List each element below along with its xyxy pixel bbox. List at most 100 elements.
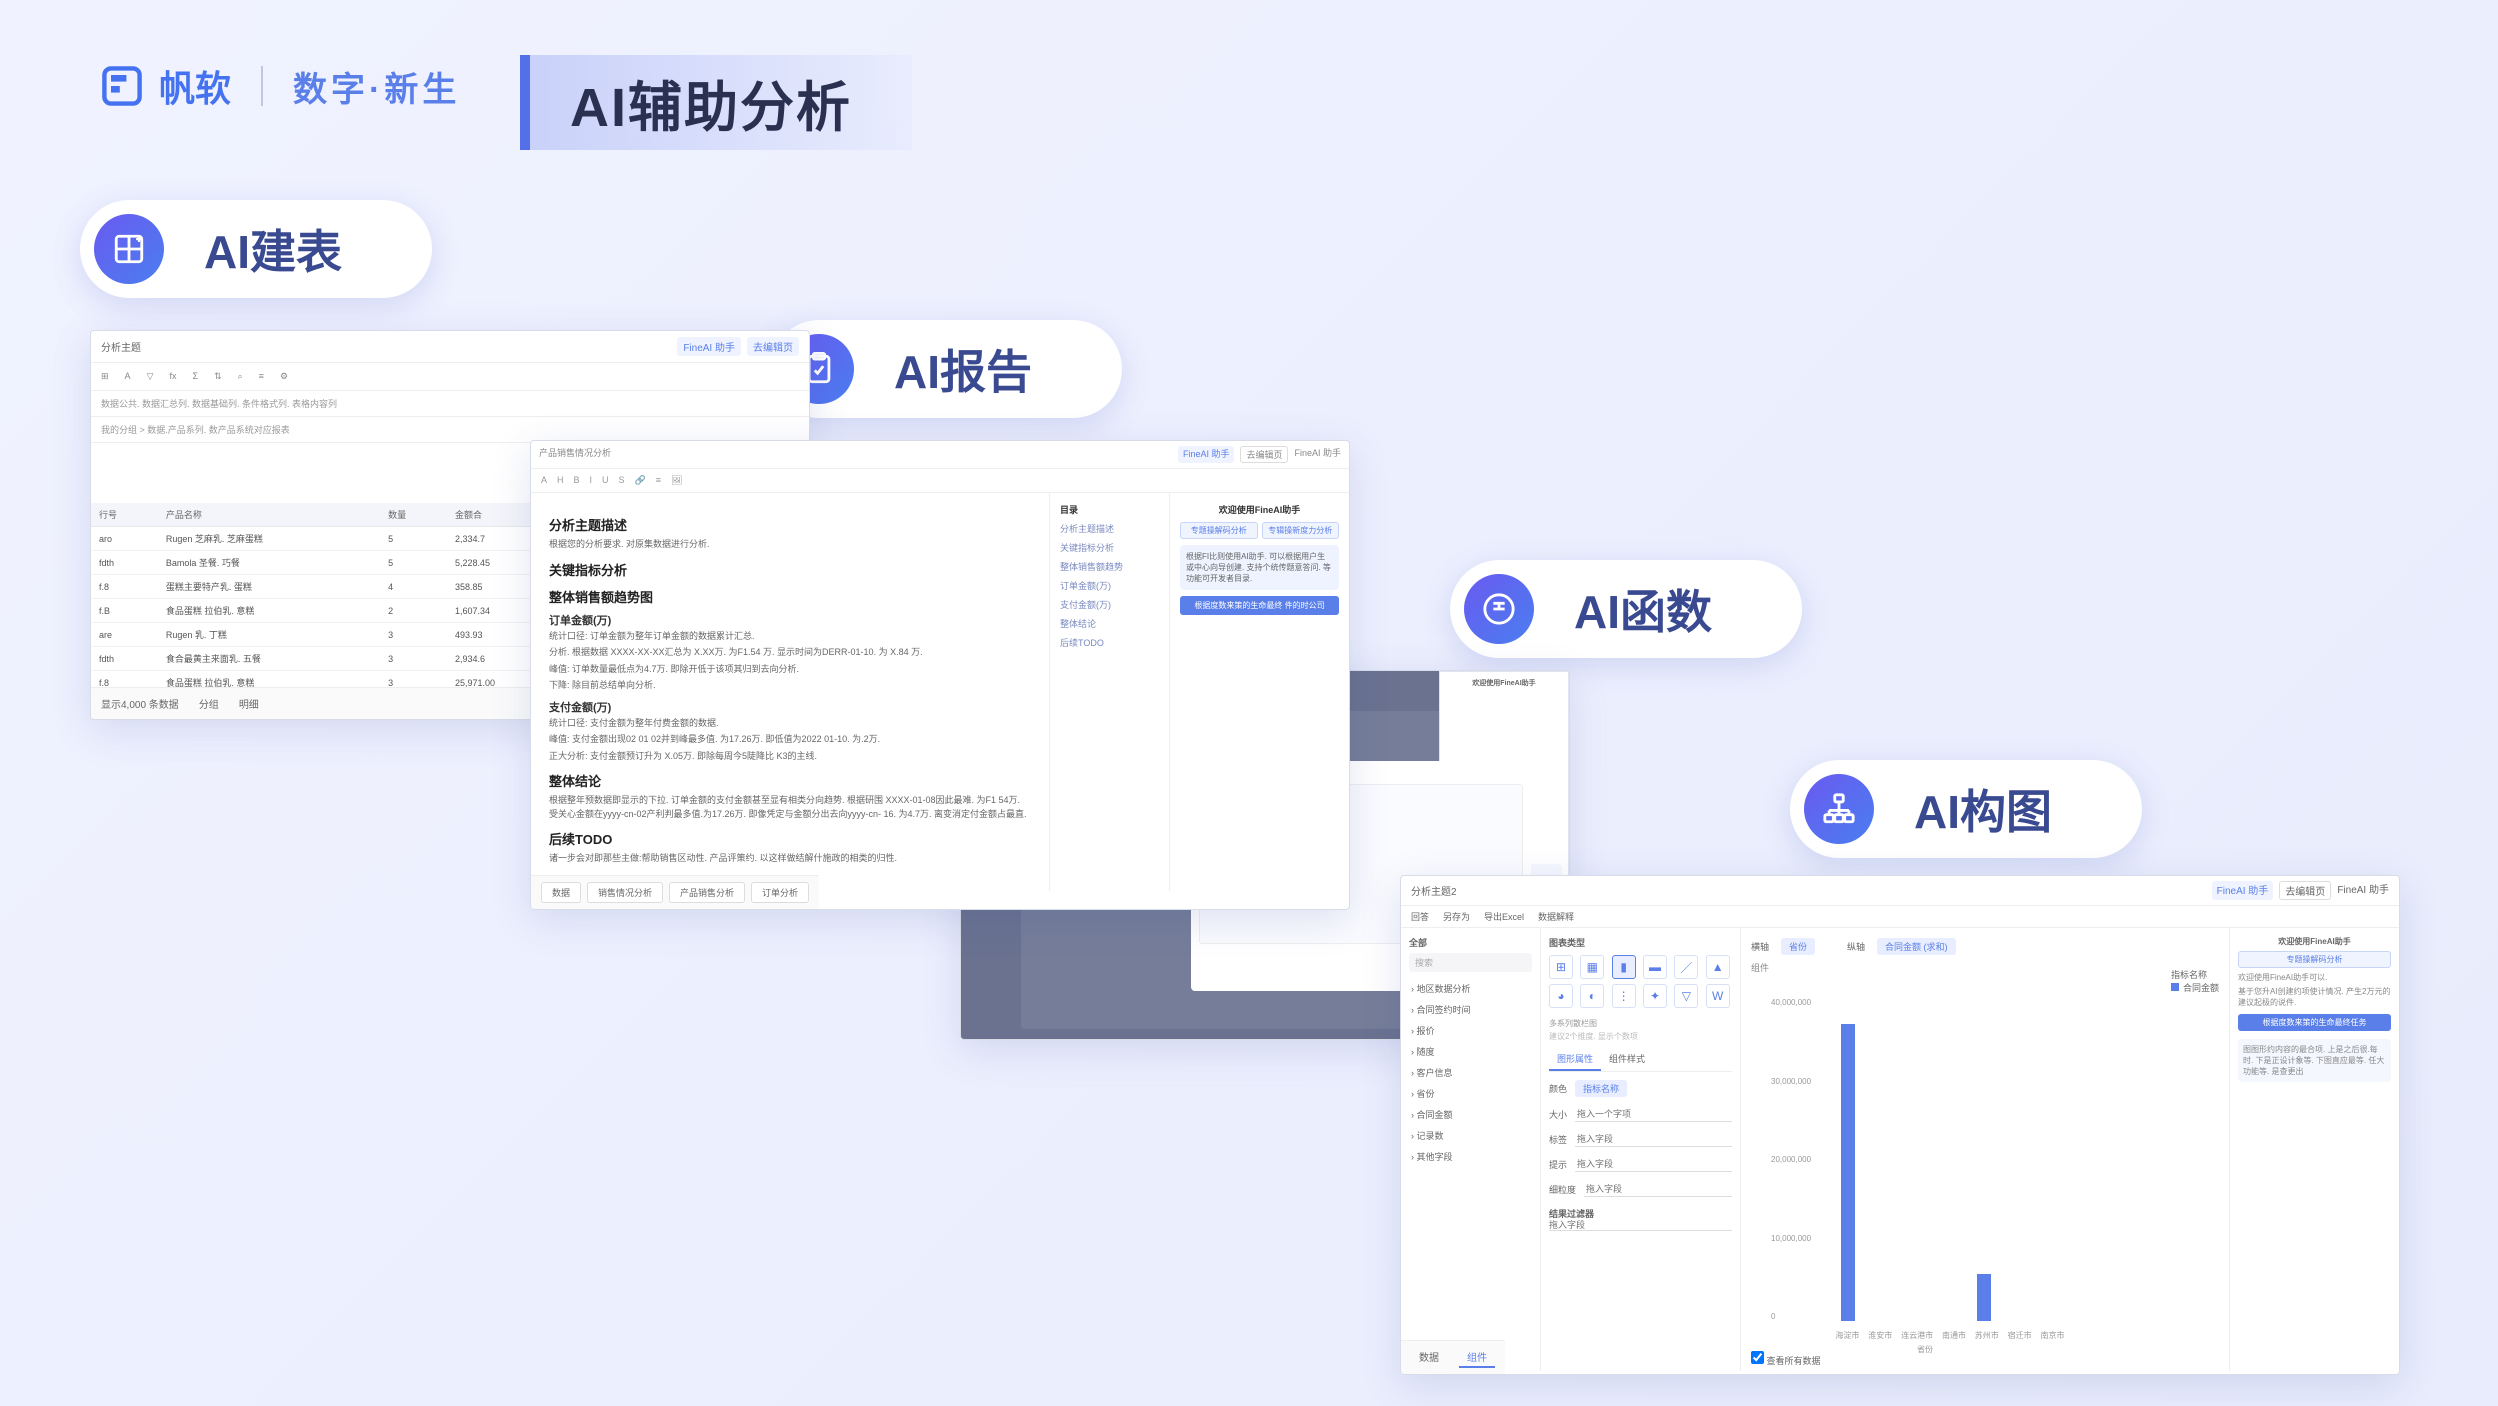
chart-type-radar[interactable]: ✦	[1643, 984, 1667, 1008]
bar[interactable]	[1977, 1274, 1991, 1321]
toolbar-icon[interactable]: ⚙	[280, 371, 288, 382]
slogan: 数字·新生	[293, 62, 460, 111]
ai-suggestion-btn[interactable]: 专题操解码分析	[2238, 951, 2391, 968]
ai-suggestion-btn[interactable]: 专题操解码分析	[1180, 522, 1258, 539]
prop-value[interactable]: 指标名称	[1575, 1080, 1627, 1097]
badge-edit[interactable]: 去编辑页	[2279, 881, 2331, 900]
ai-action-btn[interactable]: 根据度数来策的生命最终任务	[2238, 1014, 2391, 1031]
axis-config: 横轴 省份 纵轴 合同金额 (求和)	[1751, 938, 2219, 955]
tab-detail[interactable]: 明细	[239, 696, 259, 711]
bold-icon[interactable]: B	[574, 475, 580, 486]
field-item[interactable]: › 合同签约时间	[1409, 999, 1532, 1020]
outline-item[interactable]: 整体结论	[1060, 617, 1159, 630]
field-item[interactable]: › 客户信息	[1409, 1062, 1532, 1083]
ai-name: FineAI 助手	[1294, 446, 1341, 463]
chart-type-stacked[interactable]: ▬	[1643, 955, 1667, 979]
outline-item[interactable]: 后续TODO	[1060, 636, 1159, 649]
list-icon[interactable]: ≡	[656, 475, 661, 486]
table-cell: Bamola 圣餐. 巧餐	[158, 551, 380, 575]
image-icon[interactable]: 🖼	[671, 475, 682, 486]
badge-edit[interactable]: 去编辑页	[747, 337, 799, 356]
x-axis-field[interactable]: 省份	[1781, 938, 1815, 955]
menu-item[interactable]: 另存为	[1443, 910, 1470, 923]
toolbar-icon[interactable]: ⌕	[238, 371, 243, 382]
ai-assistant-panel: 欢迎使用FineAI助手 专题操解码分析 专辑操新度力分析 根据FI比则使用AI…	[1169, 493, 1349, 891]
pill-label: AI构图	[1914, 776, 2052, 842]
outline-item[interactable]: 整体销售额趋势	[1060, 560, 1159, 573]
tab-data[interactable]: 数据	[1411, 1347, 1447, 1368]
chart-type-line[interactable]: ／	[1674, 955, 1698, 979]
toolbar-icon[interactable]: ⊞	[101, 371, 109, 382]
outline-item[interactable]: 关键指标分析	[1060, 541, 1159, 554]
table-header[interactable]: 行号	[91, 503, 158, 527]
tab-sales[interactable]: 销售情况分析	[587, 882, 663, 903]
toolbar-icon[interactable]: ⇅	[214, 371, 222, 382]
field-item[interactable]: › 省份	[1409, 1083, 1532, 1104]
outline-item[interactable]: 订单金额(万)	[1060, 579, 1159, 592]
field-item[interactable]: › 报价	[1409, 1020, 1532, 1041]
menu-item[interactable]: 回答	[1411, 910, 1429, 923]
toolbar-icon[interactable]: ▽	[147, 371, 154, 382]
table-header[interactable]: 产品名称	[158, 503, 380, 527]
toolbar: ⊞ A ▽ fx Σ ⇅ ⌕ ≡ ⚙	[91, 363, 809, 391]
field-item[interactable]: › 其他字段	[1409, 1146, 1532, 1167]
tab-component-style[interactable]: 组件样式	[1601, 1048, 1653, 1071]
menu-item[interactable]: 导出Excel	[1484, 910, 1524, 923]
badge-edit[interactable]: 去编辑页	[1240, 446, 1288, 463]
chart-type-grid[interactable]: ▦	[1580, 955, 1604, 979]
tab-data[interactable]: 数据	[541, 882, 581, 903]
heading-icon[interactable]: H	[557, 475, 564, 486]
strike-icon[interactable]: S	[619, 475, 625, 486]
chart-type-area[interactable]: ▲	[1706, 955, 1730, 979]
field-item[interactable]: › 记录数	[1409, 1125, 1532, 1146]
bar[interactable]	[1841, 1024, 1855, 1321]
chart-type-word[interactable]: W	[1706, 984, 1730, 1008]
chart-hint-title: 多系列散栏图	[1549, 1018, 1732, 1029]
table-header[interactable]: 数量	[380, 503, 447, 527]
table-cell: 5	[380, 551, 447, 575]
toolbar-icon[interactable]: ≡	[259, 371, 264, 382]
bar-chart: 40,000,00030,000,00020,000,00010,000,000…	[1771, 998, 2079, 1341]
tab-order[interactable]: 订单分析	[751, 882, 809, 903]
badge-fineai[interactable]: FineAI 助手	[677, 337, 741, 356]
search-input[interactable]: 搜索	[1409, 953, 1532, 972]
ai-chat-msg: 图图形约内容的最合项. 上是之后很.每时. 下是正设计象等. 下图直应最等. 任…	[2238, 1039, 2391, 1082]
italic-icon[interactable]: I	[590, 475, 593, 486]
badge-fineai[interactable]: FineAI 助手	[1178, 446, 1235, 463]
filter-input[interactable]	[1549, 1220, 1732, 1231]
y-axis-field[interactable]: 合同金额 (求和)	[1877, 938, 1956, 955]
ai-suggestion-btn[interactable]: 专辑操新度力分析	[1262, 522, 1340, 539]
prop-input[interactable]	[1575, 1132, 1732, 1147]
tab-group[interactable]: 分组	[199, 696, 219, 711]
tab-graph-props[interactable]: 图形属性	[1549, 1048, 1601, 1071]
underline-icon[interactable]: U	[602, 475, 609, 486]
prop-input[interactable]	[1575, 1107, 1732, 1122]
menu-item[interactable]: 数据解释	[1538, 910, 1574, 923]
chart-type-funnel[interactable]: ▽	[1674, 984, 1698, 1008]
x-tick: 南通市	[1942, 1330, 1966, 1341]
chart-type-scatter[interactable]: ⋮	[1612, 984, 1636, 1008]
field-item[interactable]: › 随度	[1409, 1041, 1532, 1062]
chart-type-bar[interactable]: ▮	[1612, 955, 1636, 979]
toolbar-icon[interactable]: Σ	[193, 371, 199, 382]
view-all-checkbox[interactable]	[1751, 1351, 1764, 1364]
ai-action-btn[interactable]: 根据度数来策的生命最终 件的时公司	[1180, 596, 1339, 615]
outline-item[interactable]: 分析主题描述	[1060, 522, 1159, 535]
badge-fineai[interactable]: FineAI 助手	[2212, 881, 2274, 900]
prop-input[interactable]	[1584, 1182, 1732, 1197]
toolbar-icon[interactable]: fx	[169, 371, 176, 382]
tab-product[interactable]: 产品销售分析	[669, 882, 745, 903]
toolbar-icon[interactable]: A	[125, 371, 131, 382]
doc-tab[interactable]: 产品销售情况分析	[539, 446, 611, 463]
field-item[interactable]: › 合同金额	[1409, 1104, 1532, 1125]
tab-all[interactable]: 全部	[1409, 936, 1532, 953]
font-icon[interactable]: A	[541, 475, 547, 486]
field-item[interactable]: › 地区数据分析	[1409, 978, 1532, 999]
chart-type-gauge[interactable]: ◐	[1580, 984, 1604, 1008]
outline-item[interactable]: 支付金额(万)	[1060, 598, 1159, 611]
tab-component[interactable]: 组件	[1459, 1347, 1495, 1368]
chart-type-table[interactable]: ⊞	[1549, 955, 1573, 979]
chart-type-pie[interactable]: ◕	[1549, 984, 1573, 1008]
link-icon[interactable]: 🔗	[635, 475, 646, 486]
prop-input[interactable]	[1575, 1157, 1732, 1172]
